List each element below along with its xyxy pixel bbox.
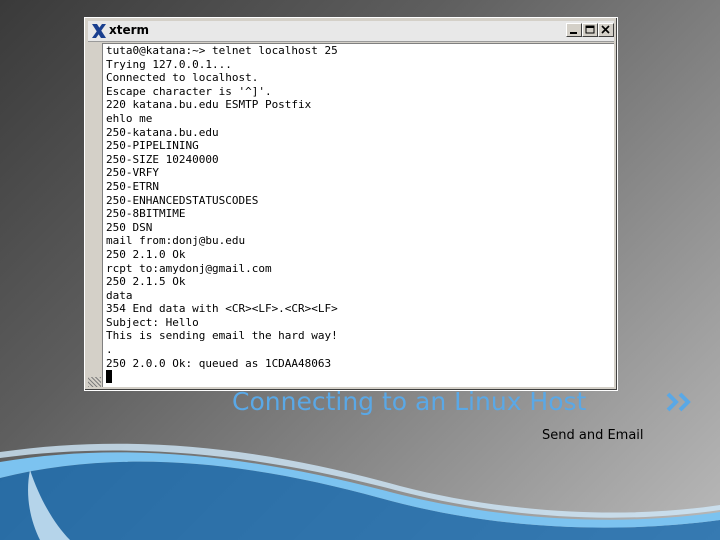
- maximize-button[interactable]: [582, 23, 598, 37]
- terminal-line: Escape character is '^]'.: [106, 84, 272, 98]
- terminal-line: 354 End data with <CR><LF>.<CR><LF>: [106, 302, 338, 316]
- maximize-icon: [585, 25, 595, 34]
- terminal-line: 250 DSN: [106, 220, 153, 234]
- terminal-prompt-line[interactable]: [103, 370, 614, 384]
- double-chevron-icon: [666, 392, 691, 412]
- terminal-line: rcpt to:amydonj@gmail.com: [106, 261, 272, 275]
- terminal-line: 250 2.0.0 Ok: queued as 1CDAA48063: [106, 356, 332, 370]
- terminal-line: Connected to localhost.: [106, 71, 259, 85]
- terminal-cursor: [106, 370, 112, 384]
- terminal-line: 250-PIPELINING: [106, 139, 199, 153]
- resize-grip[interactable]: [88, 377, 101, 387]
- terminal-line: .: [106, 343, 113, 357]
- x-logo-icon: [92, 24, 106, 38]
- slide-subtitle: Send and Email: [542, 428, 644, 443]
- terminal-line: This is sending email the hard way!: [106, 329, 338, 343]
- terminal-line: 250 2.1.5 Ok: [106, 275, 186, 289]
- terminal-output[interactable]: tuta0@katana:~> telnet localhost 25 Tryi…: [102, 43, 614, 387]
- close-icon: [601, 25, 610, 34]
- terminal-line: 250-VRFY: [106, 166, 159, 180]
- terminal-scrollbar[interactable]: [88, 43, 101, 386]
- terminal-line: 250-katana.bu.edu: [106, 125, 219, 139]
- terminal-line: 250 2.1.0 Ok: [106, 247, 186, 261]
- terminal-line: 250-ENHANCEDSTATUSCODES: [106, 193, 259, 207]
- window-titlebar[interactable]: xterm: [88, 21, 614, 42]
- window-title: xterm: [109, 23, 150, 37]
- terminal-line: 250-ETRN: [106, 179, 159, 193]
- xterm-window[interactable]: xterm tuta0@katana:~> telnet localhost 2…: [84, 17, 618, 391]
- terminal-line: Subject: Hello: [106, 315, 199, 329]
- slide-title: Connecting to an Linux Host: [232, 387, 587, 416]
- terminal-line: mail from:donj@bu.edu: [106, 234, 246, 248]
- minimize-icon: [570, 32, 577, 34]
- terminal-line: 250-8BITMIME: [106, 207, 186, 221]
- terminal-line: Trying 127.0.0.1...: [106, 57, 232, 71]
- terminal-line: 220 katana.bu.edu ESMTP Postfix: [106, 98, 312, 112]
- minimize-button[interactable]: [566, 23, 582, 37]
- terminal-line: tuta0@katana:~> telnet localhost 25: [106, 44, 338, 57]
- close-button[interactable]: [598, 23, 614, 37]
- terminal-line: data: [106, 288, 133, 302]
- terminal-line: 250-SIZE 10240000: [106, 152, 219, 166]
- terminal-line: ehlo me: [106, 111, 153, 125]
